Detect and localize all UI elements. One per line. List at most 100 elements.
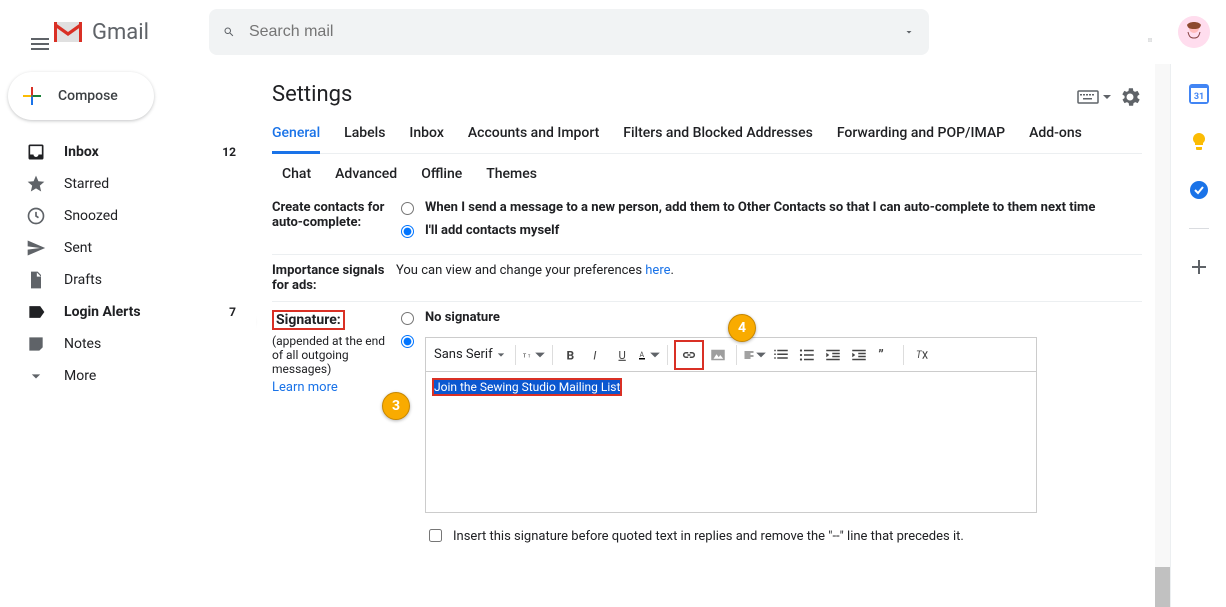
font-family-select[interactable]: Sans Serif bbox=[430, 347, 509, 362]
importance-text: You can view and change your preferences… bbox=[396, 263, 1142, 293]
italic-button[interactable]: I bbox=[585, 343, 609, 367]
compose-label: Compose bbox=[58, 88, 118, 104]
gmail-logo[interactable]: Gmail bbox=[52, 20, 149, 45]
signature-selected-text: Join the Sewing Studio Mailing List bbox=[432, 378, 622, 396]
keep-icon[interactable] bbox=[1189, 132, 1209, 152]
svg-text:A: A bbox=[639, 351, 644, 359]
remove-formatting-button[interactable]: T bbox=[910, 343, 934, 367]
tab-advanced[interactable]: Advanced bbox=[335, 166, 397, 182]
editor-toolbar: Sans Serif тт B I U A bbox=[426, 338, 1036, 372]
clock-icon bbox=[26, 206, 46, 226]
radio-no-signature[interactable] bbox=[401, 312, 414, 325]
label-icon bbox=[26, 302, 46, 322]
nav-label: Notes bbox=[64, 336, 244, 352]
chevron-down-icon bbox=[497, 351, 505, 359]
side-panel: 31 bbox=[1170, 64, 1226, 607]
tab-inbox[interactable]: Inbox bbox=[409, 117, 443, 153]
svg-text:U: U bbox=[618, 348, 625, 361]
bulleted-list-button[interactable] bbox=[795, 343, 819, 367]
sidebar-item-inbox[interactable]: Inbox12 bbox=[0, 136, 256, 168]
menu-button[interactable] bbox=[16, 20, 40, 44]
sidebar-item-notes[interactable]: Notes bbox=[0, 328, 256, 360]
section-label-importance: Importance signals for ads: bbox=[272, 263, 396, 293]
align-button[interactable] bbox=[743, 343, 767, 367]
search-options-dropdown[interactable] bbox=[897, 20, 921, 44]
numbered-list-button[interactable] bbox=[769, 343, 793, 367]
underline-button[interactable]: U bbox=[611, 343, 635, 367]
svg-text:т: т bbox=[523, 352, 527, 359]
tab-themes[interactable]: Themes bbox=[486, 166, 537, 182]
svg-text:”: ” bbox=[878, 347, 884, 363]
user-avatar[interactable] bbox=[1178, 16, 1210, 48]
logo-text: Gmail bbox=[92, 20, 149, 45]
tab-filters-and-blocked-addresses[interactable]: Filters and Blocked Addresses bbox=[623, 117, 813, 153]
font-size-button[interactable]: тт bbox=[522, 343, 546, 367]
radio-label-no-signature: No signature bbox=[425, 310, 500, 325]
nav-label: Starred bbox=[64, 176, 244, 192]
tab-accounts-and-import[interactable]: Accounts and Import bbox=[468, 117, 599, 153]
svg-text:T: T bbox=[916, 350, 923, 361]
indent-less-button[interactable] bbox=[821, 343, 845, 367]
quote-button[interactable]: ” bbox=[873, 343, 897, 367]
signature-editor: Sans Serif тт B I U A bbox=[425, 337, 1037, 513]
scrollbar-thumb[interactable] bbox=[1155, 567, 1170, 607]
tab-forwarding-and-pop-imap[interactable]: Forwarding and POP/IMAP bbox=[837, 117, 1005, 153]
indent-more-button[interactable] bbox=[847, 343, 871, 367]
tab-labels[interactable]: Labels bbox=[344, 117, 385, 153]
radio-custom-signature[interactable] bbox=[401, 335, 414, 348]
bold-button[interactable]: B bbox=[559, 343, 583, 367]
sidebar-item-snoozed[interactable]: Snoozed bbox=[0, 200, 256, 232]
sidebar-item-more[interactable]: More bbox=[0, 360, 256, 392]
tab-general[interactable]: General bbox=[272, 117, 320, 154]
nav-count: 7 bbox=[229, 305, 244, 319]
insert-link-highlight bbox=[674, 340, 704, 370]
sidebar-item-login-alerts[interactable]: Login Alerts7 bbox=[0, 296, 256, 328]
addons-plus-icon[interactable] bbox=[1189, 257, 1209, 277]
svg-text:I: I bbox=[593, 348, 597, 362]
apps-grid-icon[interactable] bbox=[1138, 20, 1162, 44]
nav-label: Snoozed bbox=[64, 208, 244, 224]
sidebar-item-sent[interactable]: Sent bbox=[0, 232, 256, 264]
main-content: Settings GeneralLabelsInboxAccounts and … bbox=[256, 64, 1170, 607]
settings-tabs: General Labels Inbox Accounts and Import Fil… bbox=[272, 117, 1142, 154]
settings-subtabs: Chat Advanced Offline Themes bbox=[272, 154, 1142, 192]
search-box[interactable] bbox=[209, 9, 929, 55]
nav-label: Sent bbox=[64, 240, 244, 256]
learn-more-link[interactable]: Learn more bbox=[272, 380, 338, 395]
callout-4: 4 bbox=[728, 314, 756, 342]
radio-add-contacts-self[interactable] bbox=[401, 225, 414, 238]
chevron-down-icon bbox=[534, 346, 546, 364]
search-input[interactable] bbox=[241, 22, 897, 42]
nav-label: Inbox bbox=[64, 144, 222, 160]
svg-text:т: т bbox=[528, 353, 531, 359]
signature-textarea[interactable]: Join the Sewing Studio Mailing List bbox=[426, 372, 1036, 512]
calendar-icon[interactable]: 31 bbox=[1189, 84, 1209, 104]
tab-add-ons[interactable]: Add-ons bbox=[1029, 117, 1082, 153]
tab-chat[interactable]: Chat bbox=[282, 166, 311, 182]
text-color-button[interactable]: A bbox=[637, 343, 661, 367]
svg-text:31: 31 bbox=[1193, 92, 1203, 102]
gear-icon[interactable] bbox=[1118, 85, 1142, 109]
gmail-icon bbox=[52, 20, 84, 44]
insert-image-button[interactable] bbox=[706, 343, 730, 367]
here-link[interactable]: here bbox=[645, 263, 670, 278]
signature-desc: (appended at the end of all outgoing mes… bbox=[272, 334, 396, 376]
keyboard-icon[interactable] bbox=[1076, 85, 1100, 109]
compose-button[interactable]: Compose bbox=[8, 72, 154, 120]
radio-add-contacts-auto[interactable] bbox=[401, 202, 414, 215]
chevron-down-icon bbox=[649, 346, 661, 364]
star-icon bbox=[26, 174, 46, 194]
signature-before-quoted-checkbox[interactable] bbox=[429, 529, 442, 542]
sidebar-item-starred[interactable]: Starred bbox=[0, 168, 256, 200]
tasks-icon[interactable] bbox=[1189, 180, 1209, 200]
tab-offline[interactable]: Offline bbox=[421, 166, 462, 182]
sidebar-item-drafts[interactable]: Drafts bbox=[0, 264, 256, 296]
chevron-down-icon bbox=[755, 346, 767, 364]
chevron-down-icon[interactable] bbox=[1102, 92, 1112, 102]
search-icon[interactable] bbox=[217, 20, 241, 44]
section-label-signature: Signature: bbox=[272, 310, 345, 330]
insert-link-button[interactable] bbox=[677, 343, 701, 367]
radio-label-auto: When I send a message to a new person, a… bbox=[425, 200, 1095, 215]
send-icon bbox=[26, 238, 46, 258]
nav-label: More bbox=[64, 368, 244, 384]
